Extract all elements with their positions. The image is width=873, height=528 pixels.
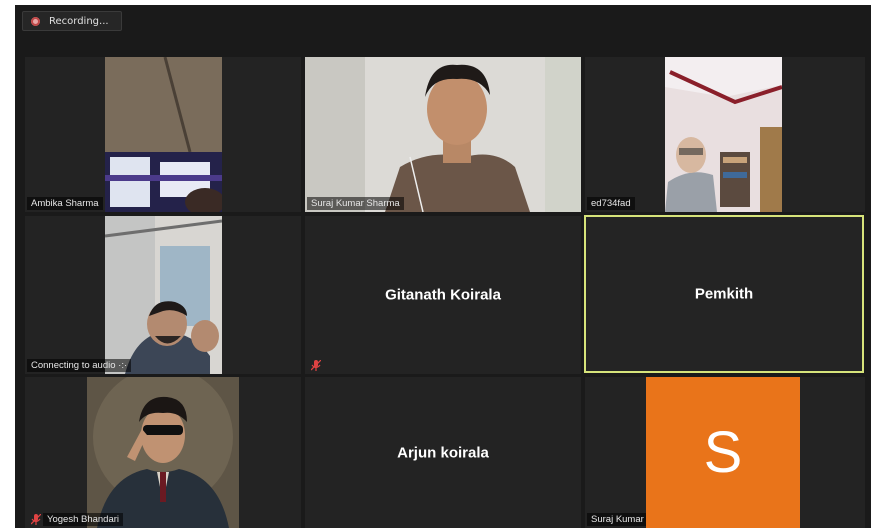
participant-video [87, 377, 239, 528]
participant-name: Yogesh Bhandari [43, 513, 124, 526]
video-tile-pemkith[interactable]: Pemkith [584, 215, 864, 373]
video-tile-suraj[interactable]: Suraj Kumar Sharma [305, 57, 581, 212]
muted-mic-icon [31, 514, 41, 525]
participant-name: Suraj Kumar Sharma [307, 197, 404, 210]
participant-video [305, 57, 581, 212]
recording-dot-icon [31, 17, 40, 26]
video-tile-ambika[interactable]: Ambika Sharma [25, 57, 301, 212]
participant-display-name: Pemkith [694, 285, 754, 303]
muted-mic-icon [311, 360, 321, 371]
video-tile-ed734fad[interactable]: ed734fad [585, 57, 865, 212]
participant-name: ed734fad [587, 197, 635, 210]
meeting-window: Recording... Ambika Sharma Suraj Kumar S… [15, 5, 871, 528]
participant-display-name: Gitanath Koirala [385, 286, 501, 304]
recording-label: Recording... [49, 16, 109, 27]
participant-video [665, 57, 782, 212]
participant-video [105, 216, 222, 374]
video-tile-connecting[interactable]: Connecting to audio ·:· [25, 216, 301, 374]
participant-avatar: S [646, 377, 800, 528]
participant-display-name: Arjun koirala [397, 444, 489, 461]
video-tile-yogesh[interactable]: Yogesh Bhandari [25, 377, 301, 528]
recording-indicator[interactable]: Recording... [22, 11, 122, 31]
video-tile-gitanath[interactable]: Gitanath Koirala [305, 216, 581, 374]
participant-name: Connecting to audio ·:· [27, 359, 132, 372]
video-tile-arjun[interactable]: Arjun koirala [305, 377, 581, 528]
participant-video [105, 57, 222, 212]
participant-name: Ambika Sharma [27, 197, 103, 210]
